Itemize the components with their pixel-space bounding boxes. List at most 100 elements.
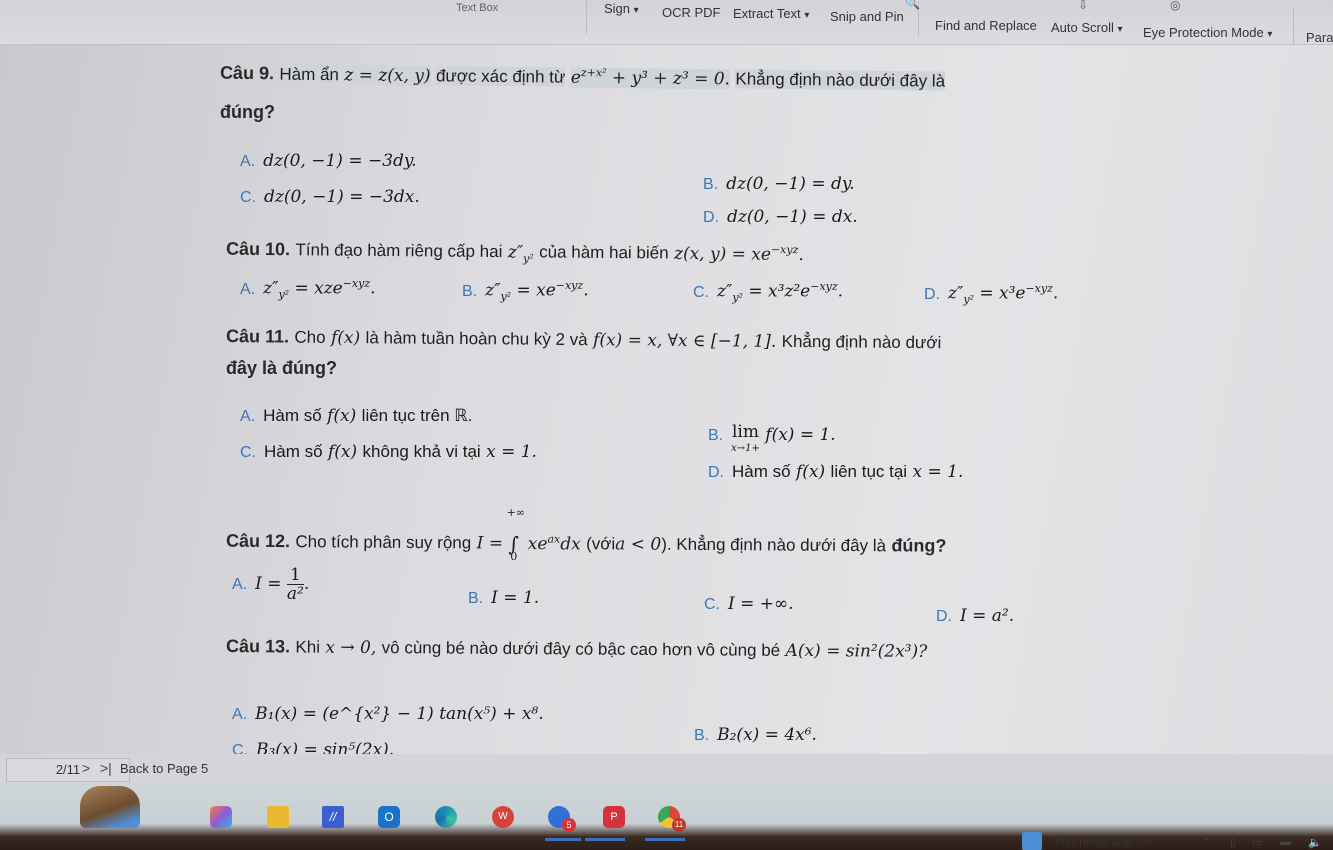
option-letter: D. [703,209,719,226]
question-text: đây là đúng? [226,358,338,378]
active-indicator [545,838,581,841]
q9-option-d[interactable]: D. dz(0, −1) = dx. [703,207,858,227]
math-subscript: y² [963,293,974,307]
app-m-icon[interactable]: // [322,806,344,828]
option-letter: A. [240,408,256,425]
top-toolbar: Text Box Sign ▾ OCR PDF Extract Text ▾ S… [0,0,1333,45]
option-letter: C. [693,283,709,301]
q12-option-b[interactable]: B. I = 1. [468,588,539,608]
last-page-button[interactable]: >| [100,760,112,776]
q11-option-d[interactable]: D. Hàm số f(x) liên tục tại x = 1. [708,462,963,482]
q9-option-c[interactable]: C. dz(0, −1) = −3dx. [240,187,420,207]
option-end: . [370,278,376,299]
stock-widget-icon[interactable] [1022,832,1042,850]
q9-option-a[interactable]: A. dz(0, −1) = −3dy. [240,151,417,171]
math-subscript: y² [523,251,534,265]
toolbar-sign[interactable]: Sign ▾ [604,1,639,16]
q11-option-b[interactable]: B. lim x→1+ f(x) = 1. [708,424,836,456]
math-expression: z(x, y) = xe−xyz. [673,242,804,265]
network-icon[interactable]: ▬ [1280,836,1291,848]
toolbar-find-replace[interactable]: Find and Replace [935,18,1037,33]
widgets-weather-image[interactable] [80,786,140,828]
q11-option-a[interactable]: A. Hàm số f(x) liên tục trên ℝ. [240,406,472,426]
q11-option-c[interactable]: C. Hàm số f(x) không khả vi tại x = 1. [240,442,537,462]
math-expression: ez+x² + y³ + z³ = 0. [570,66,731,89]
math-subscript: y² [732,291,743,305]
notification-badge: 5 [562,818,576,832]
q12-option-c[interactable]: C. I = +∞. [704,594,794,614]
active-indicator [645,838,685,841]
toolbar-extract-text-label: Extract Text [733,6,801,21]
auto-scroll-icon: ⇩ [1078,0,1089,12]
limit-subscript: x→1+ [731,443,760,454]
q13-option-c[interactable]: C. B₃(x) = sin⁵(2x). [232,740,394,754]
question-text: Cho [294,327,326,347]
option-rhs: = x³z²e [742,281,811,302]
q12-option-a[interactable]: A. I = 1 a². [232,566,309,603]
math-expression: z = z(x, y) [344,64,431,86]
math-superscript: −xyz [810,280,838,293]
toolbar-snip-and-pin[interactable]: Snip and Pin [830,9,904,24]
chevron-down-icon: ▾ [1267,29,1273,40]
q10-option-b[interactable]: B. z″y² = xe−xyz. [462,279,589,303]
question-text: Khẳng định nào dưới [781,331,942,353]
option-letter: B. [703,176,719,193]
toolbar-ocr-pdf[interactable]: OCR PDF [662,5,721,20]
option-letter: B. [708,427,724,444]
volume-icon[interactable]: 🔈 [1308,836,1322,849]
outlook-icon[interactable]: O [378,806,400,828]
option-rhs: = xe [511,280,556,301]
option-math: f(x) = 1. [765,425,836,445]
edge-icon[interactable] [435,806,457,828]
question-label: Câu 13. [225,636,291,657]
back-to-page-link[interactable]: Back to Page 5 [120,761,208,776]
toolbar-text-box[interactable]: Text Box [456,2,498,14]
wps-pdf-icon[interactable]: P [603,806,625,828]
math-base: z″ [507,242,524,263]
q13-option-a[interactable]: A. B₁(x) = (e^{x²} − 1) tan(x⁵) + x⁸. [232,704,544,724]
chevron-up-icon[interactable]: ⌃ [1202,836,1211,849]
q13-option-b[interactable]: B. B₂(x) = 4x⁶. [694,725,817,745]
option-text: B₃(x) = sin⁵(2x). [256,740,395,754]
toolbar-paragraph[interactable]: Para [1306,30,1333,45]
option-rhs: = x³e [973,283,1026,304]
display-icon[interactable]: ▭ [1252,836,1262,849]
option-lhs: z″ [485,280,501,301]
notification-badge: 11 [672,818,686,832]
math-expression: a < 0 [615,534,662,555]
chevron-down-icon: ▾ [1117,24,1123,35]
zalo-icon[interactable]: 5 [548,806,576,832]
option-math: x = 1. [486,442,537,462]
question-10: Câu 10. Tính đạo hàm riêng cấp hai z″y² … [226,238,804,267]
question-text: ). Khẳng định nào dưới đây là [661,534,887,556]
math-expression: x → 0, [325,637,377,659]
wps-office-icon[interactable]: W [492,806,514,828]
toolbar-auto-scroll[interactable]: Auto Scroll ▾ [1051,20,1123,35]
file-explorer-icon[interactable] [267,806,289,828]
integral-lower-bound: 0 [510,550,518,564]
toolbar-extract-text[interactable]: Extract Text ▾ [733,6,809,21]
q10-option-a[interactable]: A. z″y² = xze−xyz. [240,277,376,301]
q9-option-b[interactable]: B. dz(0, −1) = dy. [703,174,855,194]
battery-icon[interactable]: ▯ [1230,836,1236,849]
math-rest: + y³ + z³ = 0. [606,67,731,89]
option-lhs: z″ [948,283,964,304]
toolbar-eye-protection[interactable]: Eye Protection Mode ▾ [1143,25,1272,40]
option-letter: A. [232,706,248,723]
option-text: dz(0, −1) = dy. [726,174,855,194]
q12-option-d[interactable]: D. I = a². [936,606,1014,626]
toolbar-eye-protection-label: Eye Protection Mode [1143,25,1264,40]
option-text: không khả vi tại [362,442,481,461]
option-text: Hàm số [263,406,322,425]
q10-option-d[interactable]: D. z″y² = x³e−xyz. [924,282,1058,306]
math-expression: f(x) [330,327,361,349]
next-page-button[interactable]: > [82,760,90,776]
option-math: f(x) [327,442,358,462]
chrome-icon[interactable]: 11 [658,806,686,832]
integral-upper-bound: +∞ [506,506,526,520]
option-text: B₁(x) = (e^{x²} − 1) tan(x⁵) + x⁸. [255,704,544,724]
copilot-icon[interactable] [210,806,232,828]
widget-label[interactable]: Thu nhập sắp tới [1053,834,1151,849]
q10-option-c[interactable]: C. z″y² = x³z²e−xyz. [693,280,843,304]
toolbar-sign-label: Sign [604,1,631,16]
